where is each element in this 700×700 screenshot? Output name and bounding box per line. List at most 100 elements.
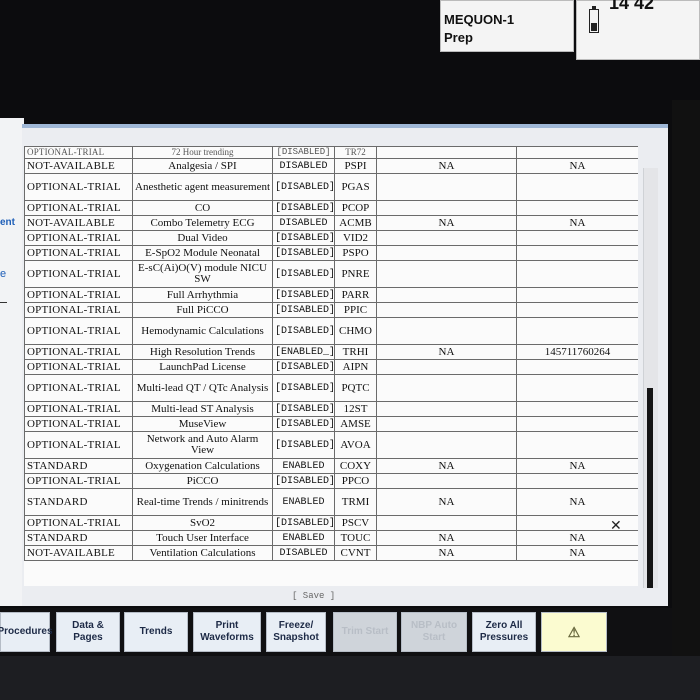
table-row[interactable]: NOT-AVAILABLE Combo Telemetry ECG DISABLED… [24,215,638,231]
state-cell: [DISABLED] [272,287,335,303]
status-cell: OPTIONAL-TRIAL [24,302,133,318]
zero-all-pressures-button[interactable]: Zero All Pressures [472,612,536,652]
side-menu-glyph: e [0,268,7,280]
code-cell: TOUC [334,530,377,546]
feature-cell: 72 Hour trending [132,146,273,159]
table-row[interactable]: OPTIONAL-TRIAL Multi-lead QT / QTc Analys… [24,374,638,402]
divider [0,302,7,303]
value-cell [376,173,517,201]
license-cell [516,260,638,288]
state-cell: [DISABLED] [272,302,335,318]
table-row[interactable]: STANDARD Real-time Trends / minitrends ENA… [24,488,638,516]
status-cell: OPTIONAL-TRIAL [24,431,133,459]
code-cell: PPIC [334,302,377,318]
feature-cell: LaunchPad License [132,359,273,375]
feature-cell: Full PiCCO [132,302,273,318]
table-row[interactable]: OPTIONAL-TRIAL LaunchPad License [DISABLED… [24,359,638,375]
table-row[interactable]: NOT-AVAILABLE Ventilation Calculations DIS… [24,545,638,561]
value-cell [376,431,517,459]
status-cell: NOT-AVAILABLE [24,215,133,231]
procedures-button[interactable]: Procedures [0,612,53,652]
status-cell: OPTIONAL-TRIAL [24,416,133,432]
status-cell: NOT-AVAILABLE [24,158,133,174]
status-cell: NOT-AVAILABLE [24,545,133,561]
table-row[interactable]: OPTIONAL-TRIAL CO [DISABLED] PCOP [24,200,638,216]
vertical-scrollbar[interactable] [643,168,658,588]
status-cell: OPTIONAL-TRIAL [24,317,133,345]
location-label: MEQUON-1 [444,12,515,27]
status-cell: OPTIONAL-TRIAL [24,359,133,375]
table-row[interactable]: OPTIONAL-TRIAL Multi-lead ST Analysis [DIS… [24,401,638,417]
state-cell: [DISABLED] [272,374,335,402]
license-cell [516,374,638,402]
status-cell: OPTIONAL-TRIAL [24,401,133,417]
feature-cell: Multi-lead ST Analysis [132,401,273,417]
table-row[interactable]: OPTIONAL-TRIAL MuseView [DISABLED] AMSE [24,416,638,432]
clock: 14 42 [609,0,655,13]
status-cell: OPTIONAL-TRIAL [24,473,133,489]
table-row[interactable]: OPTIONAL-TRIAL Anesthetic agent measureme… [24,173,638,201]
table-row[interactable]: OPTIONAL-TRIAL Hemodynamic Calculations [D… [24,317,638,345]
state-cell: [DISABLED] [272,260,335,288]
value-cell [376,245,517,261]
license-cell: NA [516,158,638,174]
code-cell: TRMI [334,488,377,516]
freeze-snapshot-button[interactable]: Freeze/ Snapshot [266,612,326,652]
status-cell: OPTIONAL-TRIAL [24,515,133,531]
table-row[interactable]: OPTIONAL-TRIAL SvO2 [DISABLED] PSCV [24,515,638,531]
trim-start-button[interactable]: Trim Start [333,612,397,652]
feature-cell: Network and Auto Alarm View [132,431,273,459]
left-panel [0,118,24,606]
status-cell: OPTIONAL-TRIAL [24,230,133,246]
table-row-partial[interactable]: OPTIONAL-TRIAL 72 Hour trending [DISABLED]… [24,146,638,159]
table-row[interactable]: STANDARD Oxygenation Calculations ENABLED C… [24,458,638,474]
print-waveforms-button[interactable]: Print Waveforms [193,612,261,652]
table-row[interactable]: OPTIONAL-TRIAL Full PiCCO [DISABLED] PPIC [24,302,638,318]
license-cell: NA [516,458,638,474]
feature-cell: Full Arrhythmia [132,287,273,303]
license-cell [516,473,638,489]
value-cell [376,359,517,375]
license-cell [516,317,638,345]
table-row[interactable]: OPTIONAL-TRIAL Dual Video [DISABLED] VID2 [24,230,638,246]
state-cell: [DISABLED] [272,173,335,201]
license-cell [516,416,638,432]
table-row[interactable]: OPTIONAL-TRIAL E-SpO2 Module Neonatal [DIS… [24,245,638,261]
save-button[interactable]: [ Save ] [292,591,335,601]
close-icon[interactable]: ✕ [610,518,622,534]
code-cell: ACMB [334,215,377,231]
code-cell: TRHI [334,344,377,360]
value-cell: NA [376,545,517,561]
license-cell [516,359,638,375]
table-row[interactable]: STANDARD Touch User Interface ENABLED TOUC N… [24,530,638,546]
value-cell: NA [376,344,517,360]
code-cell: 12ST [334,401,377,417]
feature-cell: Oxygenation Calculations [132,458,273,474]
table-row[interactable]: OPTIONAL-TRIAL Full Arrhythmia [DISABLED] P… [24,287,638,303]
value-cell: NA [376,530,517,546]
code-cell: PGAS [334,173,377,201]
feature-cell: Multi-lead QT / QTc Analysis [132,374,273,402]
table-row[interactable]: OPTIONAL-TRIAL Network and Auto Alarm Vie… [24,431,638,459]
trends-button[interactable]: Trends [124,612,188,652]
table-row[interactable]: NOT-AVAILABLE Analgesia / SPI DISABLED PSPI… [24,158,638,174]
state-cell: [DISABLED] [272,359,335,375]
code-cell: AIPN [334,359,377,375]
nbp-auto-button[interactable]: NBP Auto Start [401,612,467,652]
alarm-silence-button[interactable]: ⚠ [541,612,607,652]
state-cell: [DISABLED] [272,401,335,417]
button-bar: Procedures Data & Pages Trends Print Wav… [0,608,700,656]
table-row[interactable]: OPTIONAL-TRIAL PiCCO [DISABLED] PPCO [24,473,638,489]
feature-cell: SvO2 [132,515,273,531]
data-pages-button[interactable]: Data & Pages [56,612,120,652]
side-menu-label[interactable]: ent [0,217,15,228]
state-cell: [DISABLED] [272,245,335,261]
status-cell: STANDARD [24,530,133,546]
value-cell: NA [376,458,517,474]
state-cell: ENABLED [272,488,335,516]
table-row[interactable]: OPTIONAL-TRIAL High Resolution Trends [ENA… [24,344,638,360]
feature-cell: Hemodynamic Calculations [132,317,273,345]
table-row[interactable]: OPTIONAL-TRIAL E-sC(Ai)O(V) module NICU S… [24,260,638,288]
code-cell: PARR [334,287,377,303]
scroll-thumb[interactable] [647,388,653,588]
